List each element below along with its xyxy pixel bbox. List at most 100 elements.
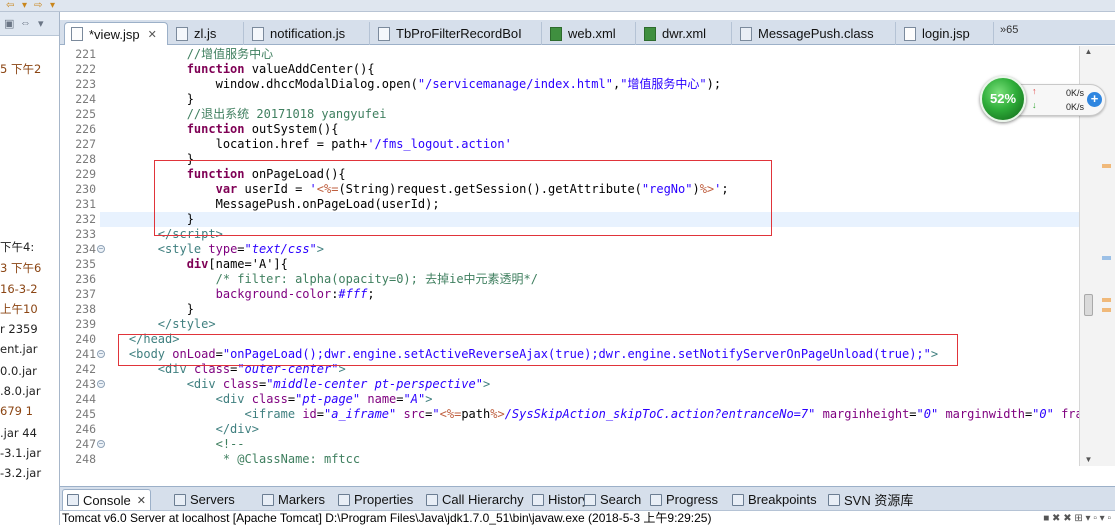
tab-overflow-button[interactable]: »65 — [1000, 24, 1018, 36]
code-line[interactable]: <div class="outer-center"> — [100, 362, 1079, 377]
console-toolbar-icons[interactable]: ■ ✖ ✖ ⊞ ▾ ▫ ▾ ▫ — [1043, 512, 1111, 525]
markers-icon — [262, 493, 274, 506]
code-line[interactable]: //增值服务中心 — [100, 47, 1079, 62]
bottom-tab-call-hierarchy[interactable]: Call Hierarchy — [422, 489, 528, 510]
code-line[interactable]: function onPageLoad(){ — [100, 167, 1079, 182]
bottom-tab-search[interactable]: Search — [580, 489, 645, 510]
code-line[interactable]: MessagePush.onPageLoad(userId); — [100, 197, 1079, 212]
tree-item-fragment[interactable]: .jar 44 — [0, 426, 37, 440]
code-line[interactable]: window.dhccModalDialog.open("/serviceman… — [100, 77, 1079, 92]
code-line[interactable]: * @ClassName: mftcc — [100, 452, 1079, 466]
memory-usage-ball[interactable]: 52% — [980, 76, 1026, 122]
overview-marker[interactable] — [1102, 298, 1111, 302]
tree-item-fragment[interactable]: -3.1.jar — [0, 446, 41, 460]
servers-icon — [174, 493, 186, 506]
bottom-tab-servers[interactable]: Servers — [170, 489, 239, 510]
editor-tab-dwr-xml[interactable]: dwr.xml — [638, 22, 732, 45]
overview-marker[interactable] — [1102, 164, 1111, 168]
code-line[interactable]: background-color:#fff; — [100, 287, 1079, 302]
code-line[interactable]: } — [100, 212, 1079, 227]
tree-item-fragment[interactable]: 5 下午2 — [0, 62, 41, 76]
bottom-tab-markers[interactable]: Markers — [258, 489, 329, 510]
tree-item-fragment[interactable]: 上午10 — [0, 302, 38, 316]
code-line[interactable]: <body onLoad="onPageLoad();dwr.engine.se… — [100, 347, 1079, 362]
code-text-area[interactable]: //增值服务中心 function valueAddCenter(){ wind… — [100, 46, 1079, 466]
line-number: 230 — [75, 182, 96, 196]
editor-tab-zl-js[interactable]: zl.js — [170, 22, 244, 45]
line-number: 242 — [75, 362, 96, 376]
tree-item-fragment[interactable]: r 2359 — [0, 322, 38, 336]
line-number: 244 — [75, 392, 96, 406]
line-number-gutter: 221 222 223 224 225 226 227 228 229 230 231 232 233 2… — [60, 46, 105, 466]
scroll-up-icon[interactable]: ▲ — [1082, 46, 1095, 58]
overview-marker[interactable] — [1102, 308, 1111, 312]
tree-item-fragment[interactable]: -3.2.jar — [0, 466, 41, 480]
overview-marker[interactable] — [1102, 256, 1111, 260]
code-line[interactable]: <iframe id="a_iframe" src="<%=path%>/Sys… — [100, 407, 1079, 422]
tree-item-fragment[interactable]: 679 1 — [0, 404, 33, 418]
link-icon[interactable]: ⇔ — [20, 17, 31, 29]
line-number: 228 — [75, 152, 96, 166]
code-line[interactable]: function valueAddCenter(){ — [100, 62, 1079, 77]
close-icon[interactable]: ✕ — [137, 494, 146, 507]
network-speed-widget[interactable]: 52% ↑ ↓ 0K/s 0K/s + — [980, 76, 1106, 122]
editor-tab-label: MessagePush.class — [758, 26, 874, 41]
bottom-tab-svn[interactable]: SVN 资源库 — [824, 489, 917, 510]
tree-item-fragment[interactable]: 下午4: — [0, 240, 34, 254]
code-line[interactable]: } — [100, 302, 1079, 317]
tree-item-fragment[interactable]: ent.jar — [0, 342, 38, 356]
code-line[interactable]: } — [100, 152, 1079, 167]
code-line[interactable]: </style> — [100, 317, 1079, 332]
tree-item-fragment[interactable]: .8.0.jar — [0, 384, 41, 398]
close-icon[interactable]: ✕ — [148, 28, 157, 41]
scrollbar-thumb[interactable] — [1084, 294, 1093, 316]
code-line[interactable]: var userId = '<%=(String)request.getSess… — [100, 182, 1079, 197]
jsp-file-icon — [71, 27, 83, 41]
editor-tab-tbprofilterrecordboi[interactable]: TbProFilterRecordBoI — [372, 22, 542, 45]
code-line[interactable]: </script> — [100, 227, 1079, 242]
line-number: 238 — [75, 302, 96, 316]
editor-tab-messagepush-class[interactable]: MessagePush.class — [734, 22, 896, 45]
plus-icon[interactable]: + — [1087, 92, 1102, 107]
bottom-tab-console[interactable]: Console ✕ — [62, 489, 151, 510]
bottom-tab-properties[interactable]: Properties — [334, 489, 417, 510]
code-line[interactable]: //退出系统 20171018 yangyufei — [100, 107, 1079, 122]
editor-tab-notification-js[interactable]: notification.js — [246, 22, 370, 45]
editor-tab-web-xml[interactable]: web.xml — [544, 22, 636, 45]
code-line[interactable]: div[name='A']{ — [100, 257, 1079, 272]
code-line[interactable]: </head> — [100, 332, 1079, 347]
code-editor[interactable]: 221 222 223 224 225 226 227 228 229 230 231 232 233 2… — [60, 46, 1079, 466]
arrow-forward-icon[interactable]: ⇨ — [34, 0, 42, 11]
breakpoints-icon — [732, 493, 744, 506]
editor-tab-login-jsp[interactable]: login.jsp — [898, 22, 994, 45]
code-line[interactable]: <div class="pt-page" name="A"> — [100, 392, 1079, 407]
line-number: 227 — [75, 137, 96, 151]
tree-item-fragment[interactable]: 0.0.jar — [0, 364, 37, 378]
arrow-forward-icon[interactable]: ▾ — [22, 0, 27, 11]
line-number: 246 — [75, 422, 96, 436]
line-number: 226 — [75, 122, 96, 136]
code-line[interactable]: location.href = path+'/fms_logout.action… — [100, 137, 1079, 152]
top-toolbar: ⇦ ▾ ⇨ ▾ — [0, 0, 1115, 12]
code-line[interactable]: <style type="text/css"> — [100, 242, 1079, 257]
line-number: 221 — [75, 47, 96, 61]
arrow-back-icon[interactable]: ⇦ — [6, 0, 14, 11]
tree-item-fragment[interactable]: 16-3-2 — [0, 282, 38, 296]
code-line[interactable]: /* filter: alpha(opacity=0); 去掉ie中元素透明*/ — [100, 272, 1079, 287]
line-number: 234 — [75, 242, 96, 256]
tree-item-fragment[interactable]: 3 下午6 — [0, 261, 41, 275]
dropdown-icon[interactable]: ▾ — [50, 0, 55, 11]
code-line[interactable]: </div> — [100, 422, 1079, 437]
bottom-tab-progress[interactable]: Progress — [646, 489, 722, 510]
view-menu-icon[interactable]: ▾ — [38, 17, 44, 30]
editor-tab-view-jsp[interactable]: *view.jsp ✕ — [64, 22, 168, 45]
code-line[interactable]: function outSystem(){ — [100, 122, 1079, 137]
scroll-down-icon[interactable]: ▼ — [1082, 454, 1095, 466]
bottom-tab-label: SVN 资源库 — [844, 493, 914, 508]
code-line[interactable]: <div class="middle-center pt-perspective… — [100, 377, 1079, 392]
code-line[interactable]: <!-- — [100, 437, 1079, 452]
collapse-icon[interactable]: ▣ — [4, 17, 14, 30]
line-number: 225 — [75, 107, 96, 121]
code-line[interactable]: } — [100, 92, 1079, 107]
bottom-tab-breakpoints[interactable]: Breakpoints — [728, 489, 821, 510]
